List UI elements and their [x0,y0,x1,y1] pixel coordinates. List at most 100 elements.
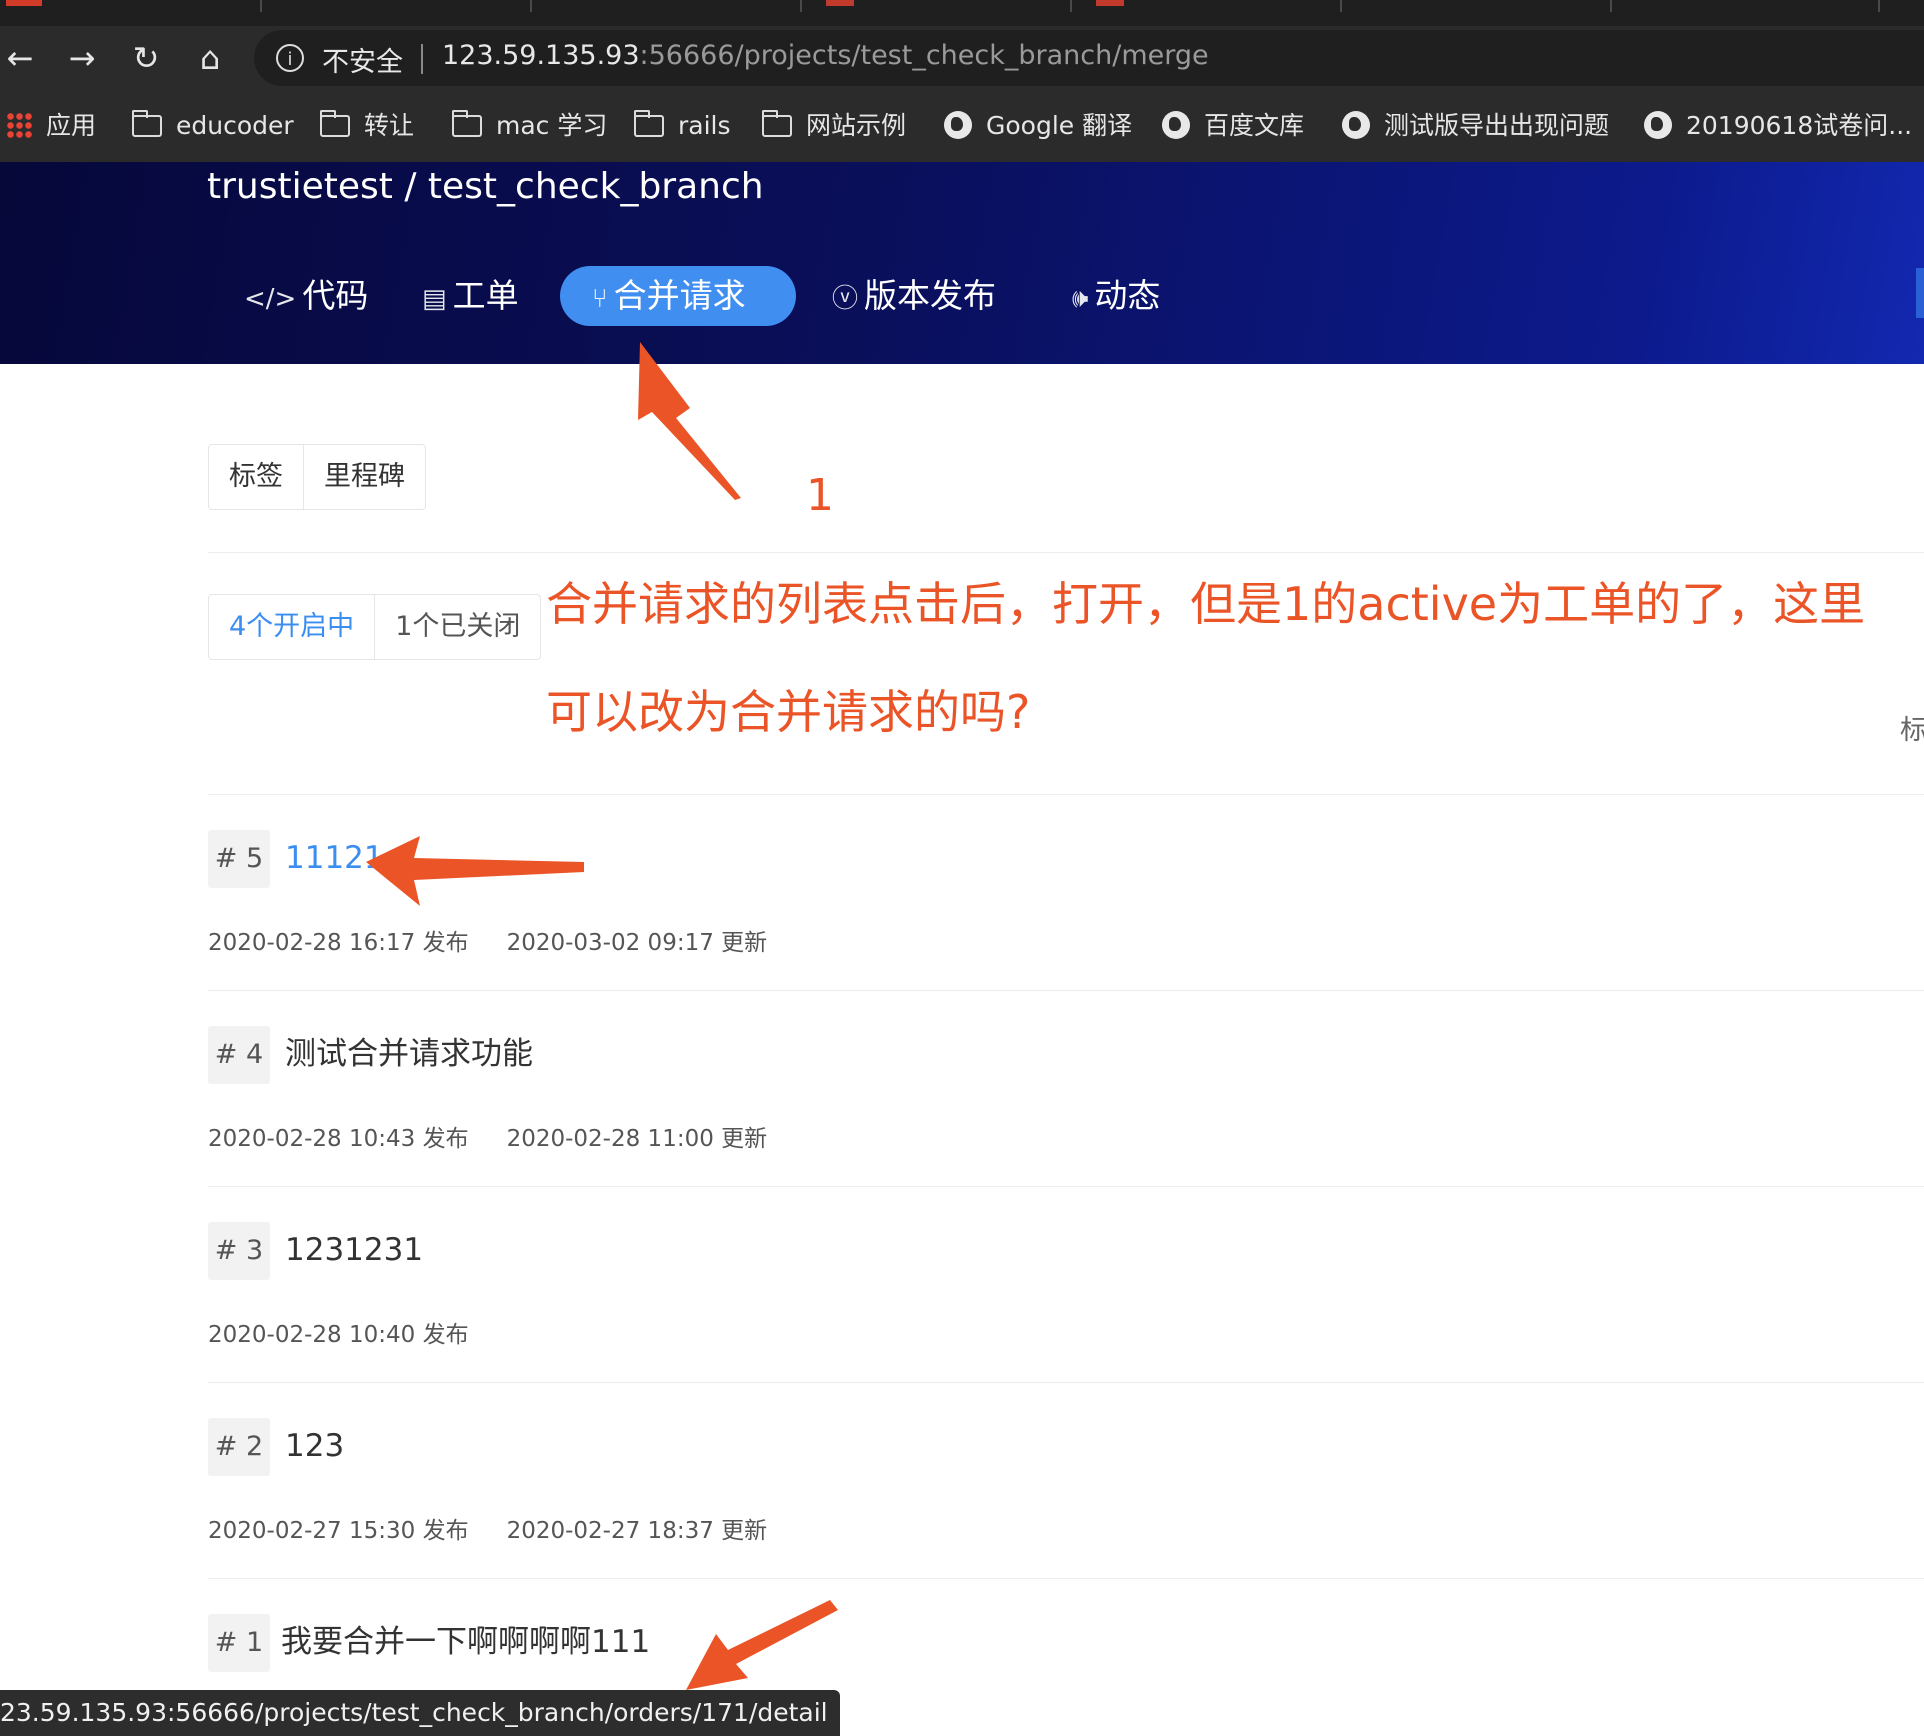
forward-arrow-icon[interactable]: → [62,38,102,78]
mr-number: # 3 [208,1222,270,1280]
bookmark-apps[interactable]: 应用 [6,110,96,142]
back-arrow-icon[interactable]: ← [0,38,40,78]
folder-icon [762,110,792,137]
tab-issues[interactable]: ▤ 工单 [422,266,519,326]
tab-label: 代码 [302,276,369,315]
mr-meta: 2020-02-27 15:30 发布 2020-02-27 18:37 更新 [208,1511,767,1545]
arrow-to-merge-tab [638,342,741,500]
bookmark-label: 网站示例 [806,111,907,140]
tab-favicon [6,0,42,6]
divider [208,1578,1924,1579]
label-milestone-group: 标签 里程碑 [208,444,426,510]
closed-filter-button[interactable]: 1个已关闭 [375,595,540,659]
bookmark-label: 百度文库 [1204,111,1305,140]
mr-published: 2020-02-28 10:40 发布 [208,1322,469,1348]
folder-icon [320,110,350,137]
folder-icon [452,110,482,137]
arrow-to-title-1 [686,1600,838,1690]
bookmark-label: 应用 [46,111,97,140]
tab-label: 动态 [1094,276,1161,315]
divider [208,1186,1924,1187]
tab-releases[interactable]: ⓥ 版本发布 [832,266,996,326]
mr-updated: 2020-03-02 09:17 更新 [506,930,768,956]
tab-label: 版本发布 [864,276,997,315]
bookmark-label: rails [678,111,731,140]
bookmark-google-translate[interactable]: Google 翻译 [944,110,1132,142]
globe-icon [1162,111,1190,139]
url-text[interactable]: 123.59.135.93:56666/projects/test_check_… [442,40,1209,71]
mr-title-link[interactable]: 1231231 [285,1230,423,1270]
tab-label: 工单 [452,276,519,315]
annotation-number: 1 [806,470,834,521]
bookmark-label: mac 学习 [496,111,608,140]
arrow-to-title-5 [366,836,584,906]
bookmark-label: Google 翻译 [986,111,1133,140]
mr-number: # 5 [208,830,270,888]
mr-number: # 4 [208,1026,270,1084]
globe-icon [944,111,972,139]
insecure-label[interactable]: 不安全 [322,40,403,79]
browser-tab-strip [0,0,1924,26]
bookmark-transfer[interactable]: 转让 [320,110,414,142]
open-filter-button[interactable]: 4个开启中 [209,595,376,659]
tab-separator [800,0,802,12]
divider [208,990,1924,991]
mr-published: 2020-02-27 15:30 发布 [208,1518,469,1544]
info-icon[interactable]: i [276,44,304,72]
folder-icon [634,110,664,137]
tab-separator [1340,0,1342,12]
bookmark-label: 20190618试卷问... [1686,111,1913,140]
tab-separator [1070,0,1072,12]
bookmark-site-examples[interactable]: 网站示例 [762,110,906,142]
bookmark-export-issue[interactable]: 测试版导出出现问题 [1342,110,1609,142]
mr-meta: 2020-02-28 10:40 发布 [208,1315,469,1349]
mr-title-link[interactable]: 我要合并一下啊啊啊啊111 [281,1622,650,1662]
annotation-line-2: 可以改为合并请求的吗? [546,685,1031,739]
repo-title[interactable]: trustietest / test_check_branch [207,166,764,207]
mr-published: 2020-02-28 16:17 发布 [208,930,469,956]
issue-icon: ▤ [422,284,447,314]
mr-published: 2020-02-28 10:43 发布 [208,1126,469,1152]
bookmark-mac-study[interactable]: mac 学习 [452,110,607,142]
tab-code[interactable]: </> 代码 [244,266,368,326]
url-host: 123.59.135.93 [442,40,640,71]
tab-separator [260,0,262,12]
omnibox-divider [421,44,423,74]
divider [208,1382,1924,1383]
milestones-button[interactable]: 里程碑 [304,445,425,509]
apps-icon [6,112,32,138]
bookmark-label: educoder [176,111,294,140]
bookmark-baidu-wenku[interactable]: 百度文库 [1162,110,1304,142]
tab-separator [1610,0,1612,12]
header-button-edge[interactable] [1916,268,1924,318]
folder-icon [132,110,162,137]
annotation-line-1: 合并请求的列表点击后，打开，但是1的active为工单的了，这里 [546,577,1866,631]
mr-updated: 2020-02-28 11:00 更新 [506,1126,768,1152]
globe-icon [1342,111,1370,139]
url-path: :56666/projects/test_check_branch/merge [639,40,1209,71]
tab-activity[interactable]: 🕪 动态 [1072,266,1160,326]
status-bar-url: 23.59.135.93:56666/projects/test_check_b… [0,1690,840,1736]
tab-separator [1878,0,1880,12]
code-icon: </> [244,284,297,314]
globe-icon [1644,111,1672,139]
mr-title-link[interactable]: 测试合并请求功能 [285,1034,533,1074]
bookmark-label: 转让 [364,111,415,140]
bookmark-exam-issue[interactable]: 20190618试卷问... [1644,110,1912,142]
tab-favicon [1096,0,1124,6]
bookmark-rails[interactable]: rails [634,110,731,142]
mr-number: # 2 [208,1418,270,1476]
labels-button[interactable]: 标签 [209,445,304,509]
mr-title-link[interactable]: 11121 [285,838,384,878]
mr-updated: 2020-02-27 18:37 更新 [506,1518,768,1544]
bookmark-label: 测试版导出出现问题 [1384,111,1610,140]
bookmark-educoder[interactable]: educoder [132,110,294,142]
mr-meta: 2020-02-28 16:17 发布 2020-03-02 09:17 更新 [208,923,767,957]
home-icon[interactable]: ⌂ [190,38,230,78]
state-filter-group: 4个开启中 1个已关闭 [208,594,542,660]
tab-label: 合并请求 [613,276,746,315]
reload-icon[interactable]: ↻ [126,38,166,78]
mr-title-link[interactable]: 123 [285,1426,344,1466]
release-icon: ⓥ [832,284,859,314]
tab-merge-requests[interactable]: ⑂ 合并请求 [560,266,796,326]
